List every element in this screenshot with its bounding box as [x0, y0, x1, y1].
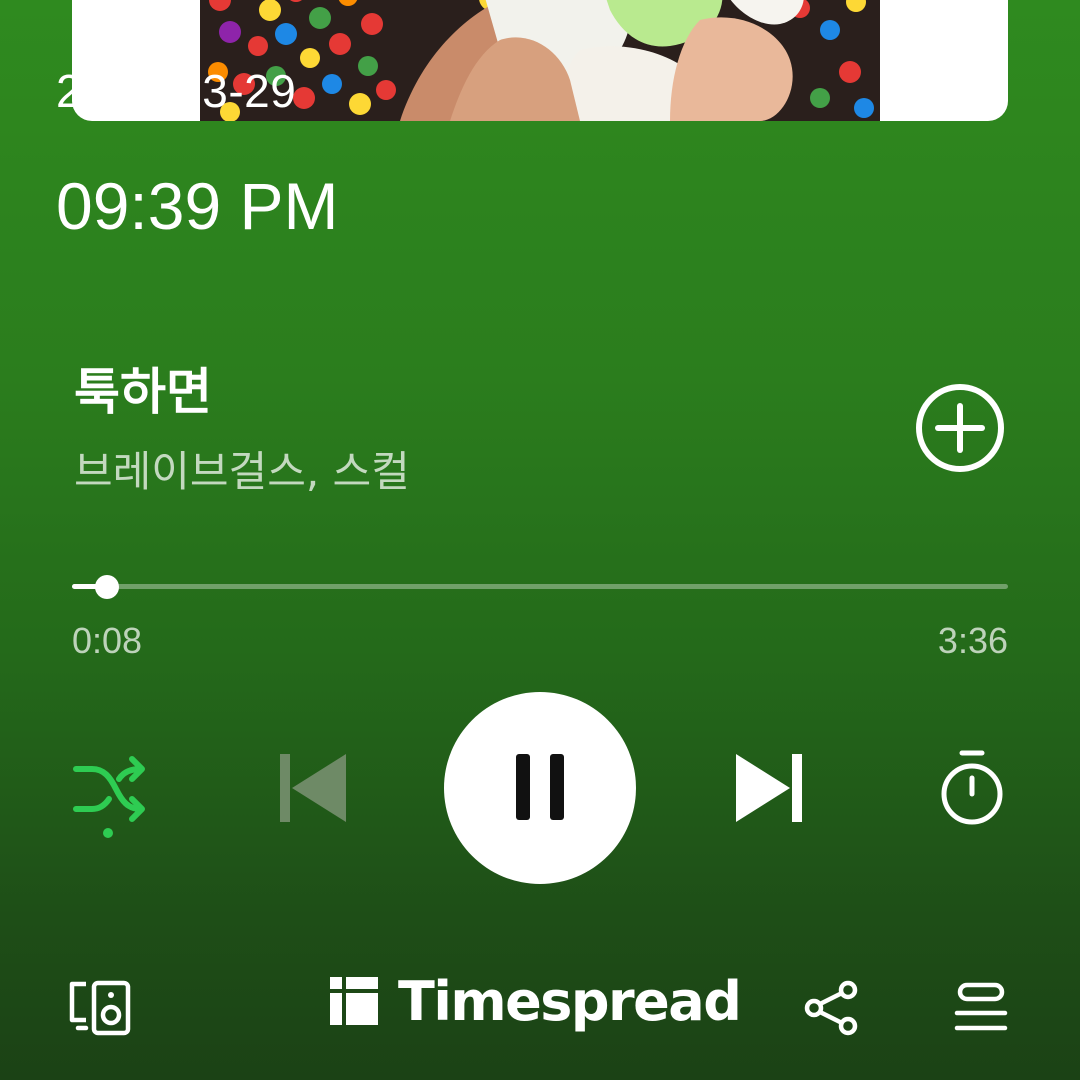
shuffle-icon [73, 756, 145, 838]
brand: Timespread [330, 966, 742, 1036]
album-art-image [200, 0, 880, 121]
pause-icon [516, 754, 564, 820]
skip-next-icon [736, 754, 802, 822]
queue-button[interactable] [954, 982, 1008, 1034]
overlay-date: 2024-03-29 [56, 65, 297, 117]
progress-thumb[interactable] [94, 575, 119, 599]
progress-slider[interactable] [72, 574, 1008, 599]
share-icon [804, 980, 858, 1036]
device-speaker-icon [69, 980, 131, 1036]
shuffle-button[interactable] [70, 755, 150, 845]
pause-button[interactable] [444, 692, 636, 884]
timespread-logo-icon [330, 977, 378, 1025]
next-button[interactable] [732, 752, 804, 824]
add-to-library-button[interactable] [914, 382, 1006, 474]
track-artist[interactable]: 브레이브걸스, 스컬 [74, 438, 410, 499]
brand-name: Timespread [398, 969, 742, 1033]
connect-device-button[interactable] [68, 980, 132, 1036]
queue-icon [954, 982, 1008, 1031]
elapsed-time: 0:08 [72, 620, 143, 661]
track-title: 툭하면 [74, 363, 212, 421]
skip-previous-icon [280, 754, 346, 822]
sleep-timer-button[interactable] [938, 748, 1006, 828]
stopwatch-icon [941, 750, 1003, 825]
previous-button[interactable] [278, 752, 350, 824]
add-circle-icon [916, 384, 1004, 472]
total-time: 3:36 [937, 620, 1008, 661]
progress-track [72, 584, 1008, 589]
overlay-time: 09:39 PM [56, 169, 339, 243]
share-button[interactable] [804, 980, 860, 1036]
